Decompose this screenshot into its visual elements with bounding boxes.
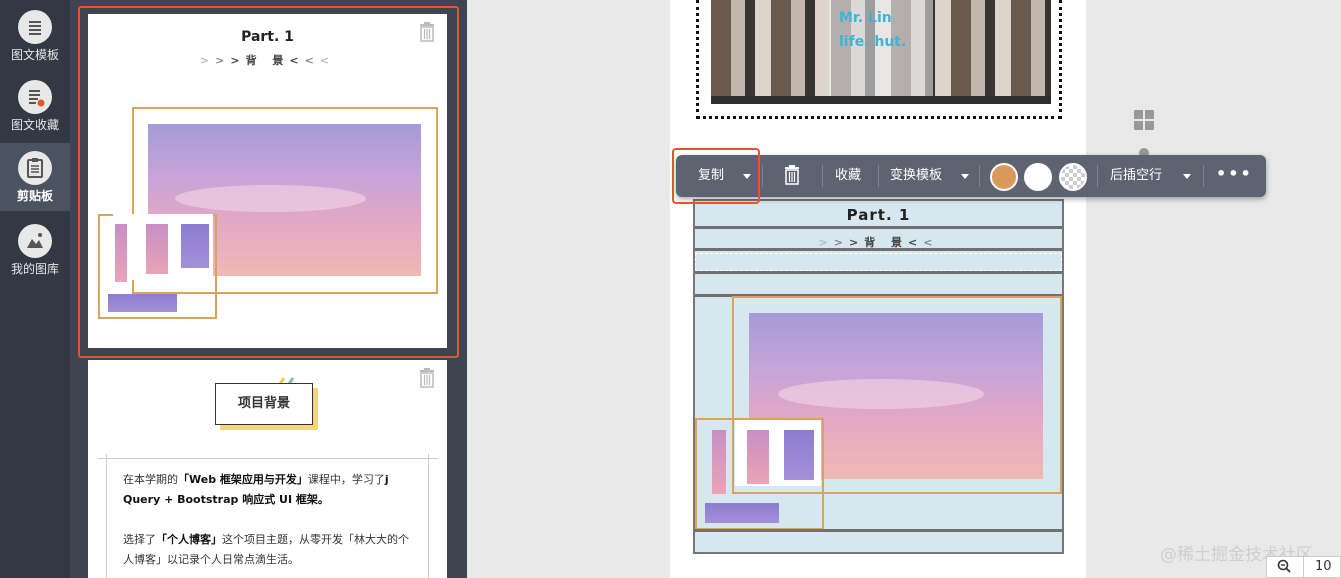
- left-nav-rail: 图文模板 图文收藏 剪贴板 我的图库: [0, 0, 70, 578]
- zoom-value: 10: [1315, 559, 1332, 574]
- image-icon: [18, 224, 52, 258]
- color-swatch-orange[interactable]: [990, 163, 1018, 191]
- divider: [106, 454, 107, 578]
- row-divider: [695, 271, 1062, 274]
- nav-item-gallery[interactable]: 我的图库: [0, 216, 70, 284]
- toolbar-separator: [762, 165, 763, 187]
- photo-caption-bar: [711, 96, 1051, 104]
- insert-row-after-button[interactable]: 后插空行: [1110, 155, 1162, 197]
- row-divider: [695, 529, 1062, 532]
- zoom-out-icon[interactable]: [1277, 559, 1291, 577]
- clipboard-card[interactable]: 项目背景 在本学期的「Web 框架应用与开发」课程中，学习了j Query + …: [88, 360, 447, 578]
- divider: [428, 454, 429, 578]
- nav-item-favorites[interactable]: 图文收藏: [0, 72, 70, 140]
- block-part-title: Part. 1: [846, 206, 911, 224]
- selected-card-outline: [78, 6, 459, 358]
- color-swatch-transparent[interactable]: [1059, 163, 1087, 191]
- image-strip: [712, 430, 726, 494]
- nav-item-clipboard[interactable]: 剪贴板: [0, 143, 70, 211]
- clipboard-icon: [18, 151, 52, 185]
- trash-icon[interactable]: [418, 368, 436, 388]
- row-divider: [695, 226, 1062, 229]
- row-divider: [695, 248, 1062, 251]
- nav-item-templates[interactable]: 图文模板: [0, 2, 70, 70]
- copy-highlight-outline: [672, 148, 760, 204]
- photo-block[interactable]: Mr. Lin life. hut.: [696, 0, 1062, 119]
- toolbar-separator: [1097, 165, 1098, 187]
- nav-item-label: 我的图库: [10, 262, 59, 276]
- trash-icon[interactable]: [783, 165, 801, 189]
- more-options-button[interactable]: •••: [1216, 155, 1253, 197]
- paragraph-2: 选择了「个人博客」这个项目主题，从零开发「林大大的个人博客」以记录个人日常点滴生…: [123, 533, 409, 566]
- divider: [98, 458, 438, 459]
- toolbar-separator: [1203, 165, 1204, 187]
- zoom-divider: [1303, 557, 1304, 577]
- grid-icon[interactable]: [1134, 110, 1154, 134]
- nav-item-label: 剪贴板: [16, 189, 53, 203]
- empty-row[interactable]: [695, 253, 1062, 271]
- paragraph-1: 在本学期的「Web 框架应用与开发」课程中，学习了j Query + Boots…: [123, 473, 389, 506]
- image-strip: [784, 430, 814, 480]
- selected-edit-block[interactable]: Part. 1 >>>背 景<<: [693, 199, 1064, 554]
- bookmark-list-icon: [18, 80, 52, 114]
- collect-button[interactable]: 收藏: [835, 155, 861, 197]
- photo-overlay-text: Mr. Lin life. hut.: [839, 6, 906, 54]
- image-strip: [705, 503, 779, 523]
- template-dropdown-icon[interactable]: [961, 174, 969, 179]
- section-tag: 项目背景: [215, 383, 313, 425]
- block-toolbar: 复制 收藏 变换模板 后插空行 •••: [676, 155, 1266, 197]
- insert-row-dropdown-icon[interactable]: [1183, 174, 1191, 179]
- toolbar-separator: [979, 165, 980, 187]
- change-template-button[interactable]: 变换模板: [890, 155, 942, 197]
- toolbar-separator: [822, 165, 823, 187]
- list-icon: [18, 10, 52, 44]
- photo-overlay-line: life. hut.: [839, 34, 907, 50]
- photo-overlay-line: Mr. Lin: [839, 10, 892, 26]
- color-swatch-white[interactable]: [1024, 163, 1052, 191]
- nav-item-label: 图文模板: [10, 48, 59, 62]
- toolbar-separator: [878, 165, 879, 187]
- nav-item-label: 图文收藏: [10, 118, 59, 132]
- zoom-control[interactable]: 10: [1266, 556, 1341, 578]
- image-strip: [747, 430, 769, 484]
